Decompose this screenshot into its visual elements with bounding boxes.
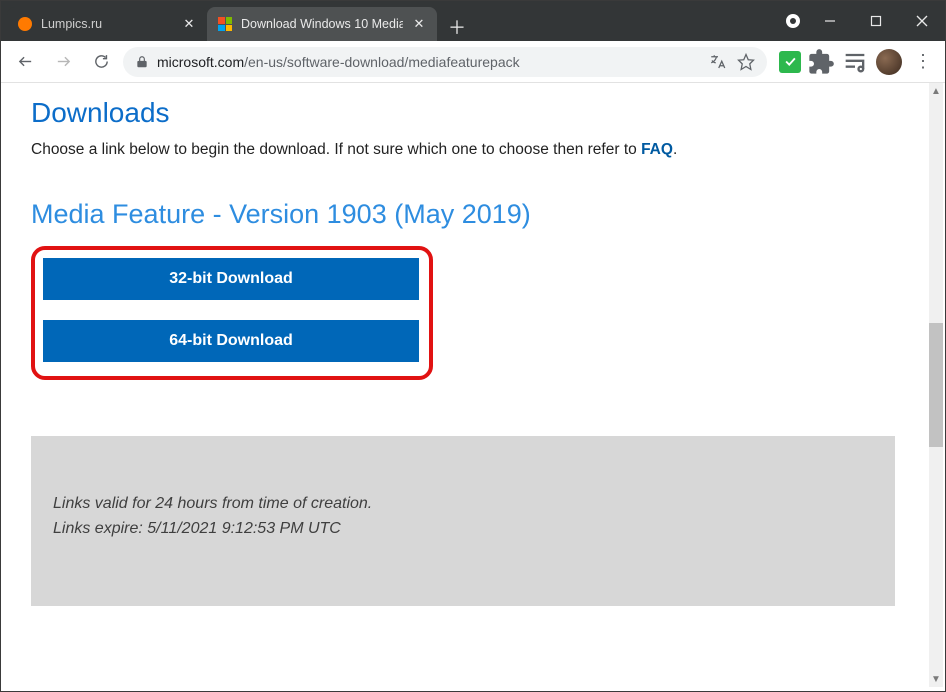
favicon-microsoft xyxy=(217,16,233,32)
window-controls xyxy=(779,1,945,41)
new-tab-button[interactable]: ＋ xyxy=(443,13,471,41)
toolbar-right: ⋮ xyxy=(773,48,937,76)
download-64bit-button[interactable]: 64-bit Download xyxy=(43,320,419,362)
url-text: microsoft.com/en-us/software-download/me… xyxy=(157,54,701,70)
window-maximize-button[interactable] xyxy=(853,1,899,41)
tab-title: Lumpics.ru xyxy=(41,17,173,31)
page-heading: Downloads xyxy=(31,97,897,129)
tab-download-windows[interactable]: Download Windows 10 Media Fe ✕ xyxy=(207,7,437,41)
download-32bit-button[interactable]: 32-bit Download xyxy=(43,258,419,300)
note-line-2: Links expire: 5/11/2021 9:12:53 PM UTC xyxy=(53,517,873,542)
faq-link[interactable]: FAQ xyxy=(641,141,673,158)
forward-button[interactable] xyxy=(47,46,79,78)
back-button[interactable] xyxy=(9,46,41,78)
window-minimize-button[interactable] xyxy=(807,1,853,41)
toolbar: microsoft.com/en-us/software-download/me… xyxy=(1,41,945,83)
page-body: Downloads Choose a link below to begin t… xyxy=(1,83,927,691)
section-title: Media Feature - Version 1903 (May 2019) xyxy=(31,199,897,230)
download-buttons-highlight: 32-bit Download 64-bit Download xyxy=(31,246,433,380)
extensions-puzzle-icon[interactable] xyxy=(807,48,835,76)
favicon-lumpics xyxy=(17,16,33,32)
content-area: ▲ ▼ Downloads Choose a link below to beg… xyxy=(1,83,945,691)
instruction-text: Choose a link below to begin the downloa… xyxy=(31,141,897,159)
scroll-down-icon[interactable]: ▼ xyxy=(929,671,943,687)
profile-avatar[interactable] xyxy=(875,48,903,76)
translate-icon[interactable] xyxy=(709,53,727,71)
lock-icon xyxy=(135,55,149,69)
titlebar: Lumpics.ru ✕ Download Windows 10 Media F… xyxy=(1,1,945,41)
bookmark-star-icon[interactable] xyxy=(737,53,755,71)
kebab-menu-icon[interactable]: ⋮ xyxy=(909,48,937,76)
tab-title: Download Windows 10 Media Fe xyxy=(241,17,403,31)
close-tab-icon[interactable]: ✕ xyxy=(411,16,427,32)
scrollbar-thumb[interactable] xyxy=(929,323,943,447)
extension-checkmark-icon[interactable] xyxy=(779,51,801,73)
scroll-up-icon[interactable]: ▲ xyxy=(929,83,943,99)
address-bar[interactable]: microsoft.com/en-us/software-download/me… xyxy=(123,47,767,77)
note-line-1: Links valid for 24 hours from time of cr… xyxy=(53,492,873,517)
browser-window: Lumpics.ru ✕ Download Windows 10 Media F… xyxy=(0,0,946,692)
media-playlist-icon[interactable] xyxy=(841,48,869,76)
account-indicator-icon[interactable] xyxy=(779,1,807,41)
instruction-pre: Choose a link below to begin the downloa… xyxy=(31,141,641,158)
instruction-post: . xyxy=(673,141,677,158)
close-tab-icon[interactable]: ✕ xyxy=(181,16,197,32)
window-close-button[interactable] xyxy=(899,1,945,41)
tab-lumpics[interactable]: Lumpics.ru ✕ xyxy=(7,7,207,41)
reload-button[interactable] xyxy=(85,46,117,78)
expiry-note: Links valid for 24 hours from time of cr… xyxy=(31,436,895,606)
tab-strip: Lumpics.ru ✕ Download Windows 10 Media F… xyxy=(1,1,779,41)
